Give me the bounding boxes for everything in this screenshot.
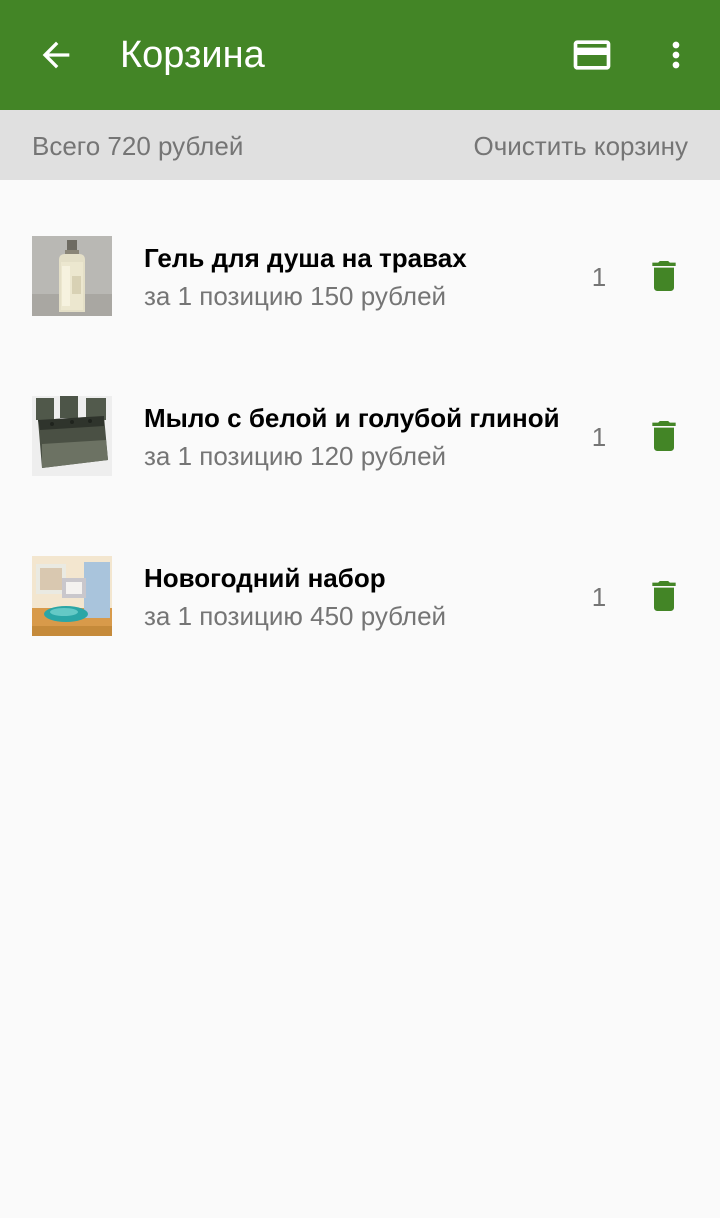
- clear-cart-button[interactable]: Очистить корзину: [474, 130, 689, 162]
- cart-item[interactable]: Гель для душа на травах за 1 позицию 150…: [0, 180, 720, 340]
- trash-icon: [652, 581, 676, 611]
- delete-item-button[interactable]: [636, 248, 692, 304]
- page-title: Корзина: [120, 34, 265, 76]
- cart-item[interactable]: Мыло с белой и голубой глиной за 1 позиц…: [0, 340, 720, 500]
- product-thumbnail: [32, 396, 112, 476]
- trash-icon: [652, 261, 676, 291]
- payment-card-button[interactable]: [562, 25, 622, 85]
- gift-set-basket-image: [32, 556, 112, 636]
- product-thumbnail: [32, 556, 112, 636]
- credit-card-icon: [573, 40, 611, 70]
- shower-gel-bottle-image: [32, 236, 112, 316]
- delete-item-button[interactable]: [636, 568, 692, 624]
- back-button[interactable]: [26, 25, 86, 85]
- app-bar: Корзина: [0, 0, 720, 110]
- product-name: Мыло с белой и голубой глиной: [144, 403, 560, 433]
- product-name: Гель для душа на травах: [144, 243, 467, 273]
- more-vert-icon: [672, 41, 680, 69]
- product-name: Новогодний набор: [144, 563, 386, 593]
- product-price: за 1 позицию 120 рублей: [144, 441, 447, 471]
- cart-summary-bar: Всего 720 рублей Очистить корзину: [0, 110, 720, 180]
- product-price: за 1 позицию 450 рублей: [144, 601, 447, 631]
- product-price: за 1 позицию 150 рублей: [144, 281, 447, 311]
- cart-item[interactable]: Новогодний набор за 1 позицию 450 рублей…: [0, 500, 720, 660]
- delete-item-button[interactable]: [636, 408, 692, 464]
- product-thumbnail: [32, 236, 112, 316]
- product-quantity[interactable]: 1: [586, 261, 612, 293]
- more-options-button[interactable]: [646, 25, 706, 85]
- cart-total: Всего 720 рублей: [32, 131, 244, 161]
- arrow-back-icon: [42, 41, 70, 69]
- clay-soap-bar-image: [32, 396, 112, 476]
- trash-icon: [652, 421, 676, 451]
- product-quantity[interactable]: 1: [586, 421, 612, 453]
- product-quantity[interactable]: 1: [586, 581, 612, 613]
